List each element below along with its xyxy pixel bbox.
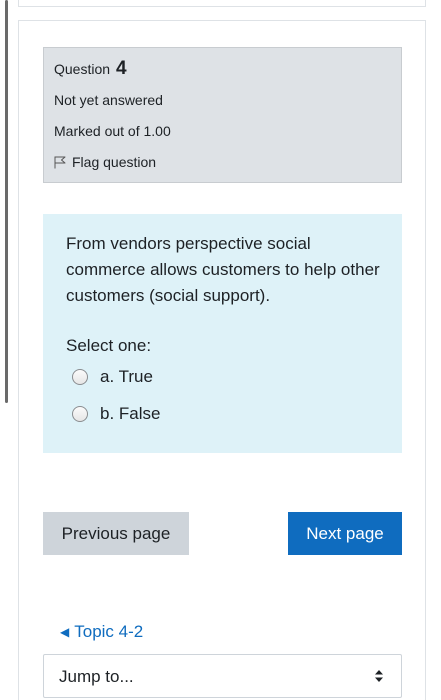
previous-page-button[interactable]: Previous page — [43, 512, 189, 555]
previous-card-edge — [18, 0, 426, 7]
previous-activity-label: Topic 4-2 — [74, 622, 144, 641]
flag-icon — [54, 156, 66, 168]
question-number: Question 4 — [54, 58, 127, 80]
answer-option-true[interactable]: a. True — [72, 367, 153, 387]
radio-true[interactable] — [72, 369, 88, 385]
triangle-left-icon: ◀ — [60, 625, 70, 639]
answer-label-true: a. True — [100, 367, 153, 386]
select-arrows-icon — [375, 670, 383, 682]
quiz-page: Question 4 Not yet answered Marked out o… — [0, 0, 441, 700]
flag-question-label: Flag question — [72, 154, 157, 170]
answer-option-false[interactable]: b. False — [72, 404, 160, 424]
question-state: Not yet answered — [54, 92, 163, 108]
question-formulation: From vendors perspective social commerce… — [43, 214, 402, 453]
next-page-button[interactable]: Next page — [288, 512, 402, 555]
question-number-value: 4 — [115, 58, 127, 79]
question-label: Question — [54, 61, 111, 77]
previous-activity-link[interactable]: ◀ Topic 4-2 — [60, 622, 143, 642]
question-text: From vendors perspective social commerce… — [66, 234, 380, 305]
answer-prompt: Select one: — [66, 336, 152, 355]
radio-false[interactable] — [72, 406, 88, 422]
scrollbar[interactable] — [5, 0, 8, 403]
jump-to-select[interactable]: Jump to... — [43, 654, 402, 698]
question-info: Question 4 Not yet answered Marked out o… — [43, 47, 402, 183]
jump-to-value: Jump to... — [59, 667, 134, 686]
flag-question-link[interactable]: Flag question — [54, 154, 156, 170]
answer-label-false: b. False — [100, 404, 161, 423]
question-grade: Marked out of 1.00 — [54, 123, 171, 139]
